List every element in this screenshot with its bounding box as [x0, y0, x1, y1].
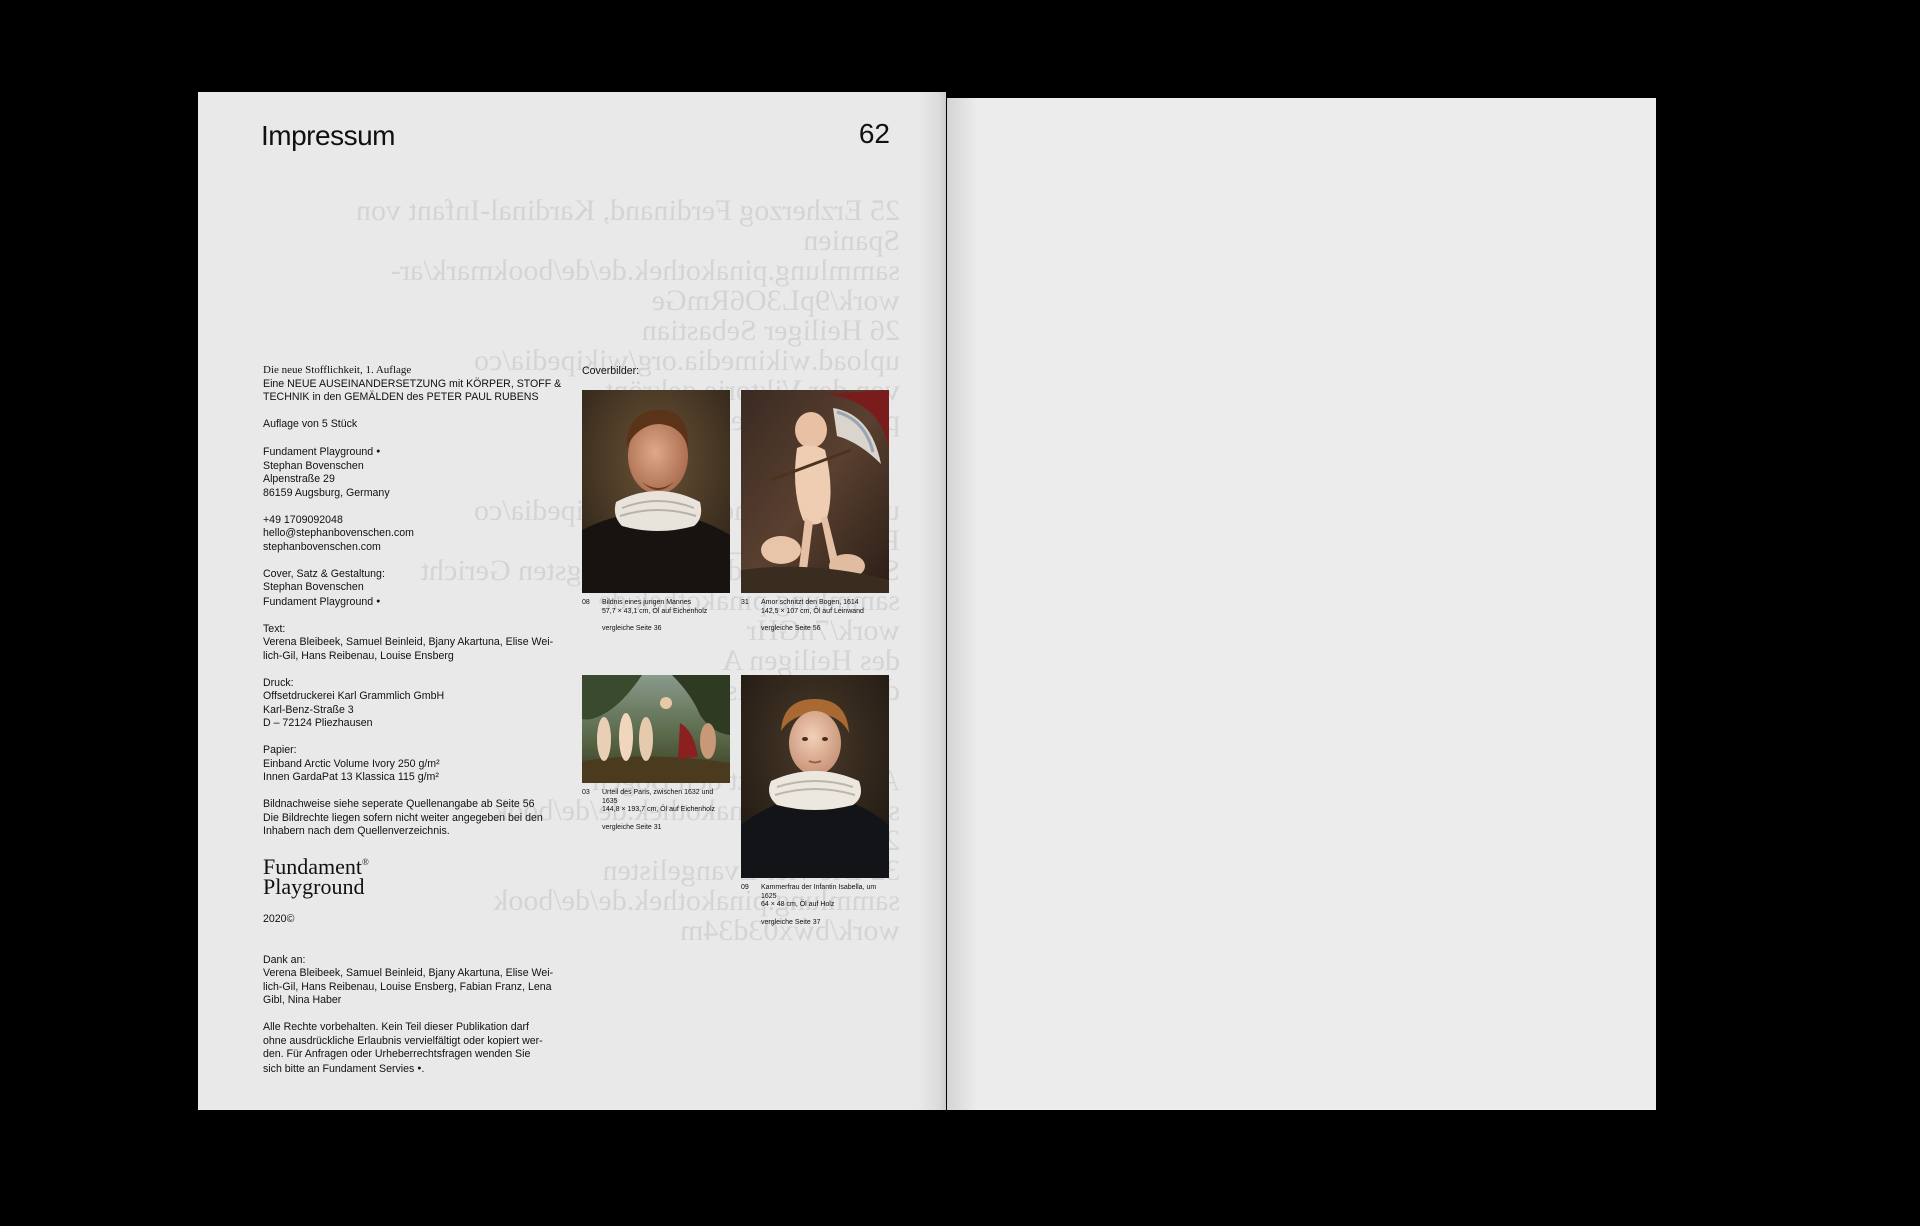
print-line: Offsetdruckerei Karl Grammlich GmbH — [263, 690, 445, 702]
subtitle-line: Eine NEUE AUSEINANDERSETZUNG mit KÖRPER,… — [263, 377, 562, 390]
text-credits-block: Text: Verena Bleibeek, Samuel Beinleid, … — [263, 623, 563, 664]
ghost-line: sammlung.pinakothek.de/de/bookmark/ar- — [390, 254, 900, 287]
paper-line: Einband Arctic Volume Ivory 250 g/m² — [263, 757, 440, 770]
gutter-shadow — [918, 92, 946, 1110]
text-line: lich-Gil, Hans Reibenau, Louise Ensberg — [263, 649, 454, 662]
rights-line: Alle Rechte vorbehalten. Kein Teil diese… — [263, 1021, 529, 1033]
caption-text: Bildnis eines jungen Mannes 57,7 × 43,1 c… — [602, 599, 708, 615]
logo-line: Playground — [263, 874, 365, 899]
ghost-line: work/9pL3O6RmGe — [651, 284, 900, 317]
rights-line: den. Für Anfragen oder Urheberrechtsfrag… — [263, 1048, 531, 1060]
thanks-line: Dank an: — [263, 953, 306, 966]
page-title: Impressum — [261, 120, 395, 151]
design-block: Cover, Satz & Gestaltung: Stephan Bovens… — [263, 568, 563, 610]
circle-mark-icon: ● — [417, 1064, 422, 1072]
caption-03: 03 Urteil des Paris, zwischen 1632 und 1… — [582, 789, 730, 833]
text-line: Text: — [263, 622, 286, 635]
subtitle-line: TECHNIK in den GEMÄLDEN des PETER PAUL R… — [263, 391, 539, 403]
rights-block: Alle Rechte vorbehalten. Kein Teil diese… — [263, 1021, 563, 1076]
print-line: D – 72124 Pliezhausen — [263, 717, 373, 729]
publisher-block: Fundament Playground ● Stephan Bovensche… — [263, 445, 563, 500]
publisher-line: Alpenstraße 29 — [263, 473, 335, 485]
design-line: Stephan Bovenschen — [263, 581, 364, 593]
book-spread: 25 Erzherzog Ferdinand, Kardinal-Infant … — [198, 92, 1660, 1110]
design-line: Cover, Satz & Gestaltung: — [263, 567, 385, 580]
thanks-line: Gibl, Nina Haber — [263, 994, 342, 1006]
caption-reference: vergleiche Seite 36 — [602, 625, 662, 632]
caption-reference: vergleiche Seite 56 — [761, 625, 821, 632]
design-line: Fundament Playground ● — [263, 595, 381, 608]
ghost-line: 26 Heiliger Sebastian — [641, 314, 900, 347]
print-run-text: Auflage von 5 Stück — [263, 418, 358, 430]
painting-amor — [741, 390, 889, 593]
credits-line: Bildnachweise siehe seperate Quellenanga… — [263, 798, 535, 810]
left-page: 25 Erzherzog Ferdinand, Kardinal-Infant … — [198, 92, 946, 1110]
print-line: Druck: — [263, 676, 294, 689]
circle-mark-icon: ● — [376, 597, 381, 605]
circle-mark-icon: ● — [376, 448, 381, 455]
thanks-line: Verena Bleibeek, Samuel Beinleid, Bjany … — [263, 967, 554, 979]
text-line: Verena Bleibeek, Samuel Beinleid, Bjany … — [263, 636, 554, 648]
ghost-line: Spanien — [803, 224, 900, 257]
edition-title: Die neue Stofflichkeit, 1. Auflage — [263, 364, 412, 376]
caption-number: 03 — [582, 789, 590, 796]
caption-08: 08 Bildnis eines jungen Mannes 57,7 × 43,… — [582, 599, 730, 635]
painting-lady-in-waiting — [741, 675, 889, 878]
caption-number: 31 — [741, 599, 749, 606]
rights-line: ohne ausdrückliche Erlaubnis vervielfält… — [263, 1034, 543, 1047]
fundament-logo: Fundament® Playground — [263, 852, 563, 899]
paper-line: Papier: — [263, 744, 297, 756]
right-page-blank — [947, 98, 1656, 1110]
website-link[interactable]: stephanbovenschen.com — [263, 541, 563, 555]
colophon-column: Die neue Stofflichkeit, 1. Auflage Eine … — [263, 364, 563, 1090]
caption-text: Kammerfrau der Infantin Isabella, um 162… — [761, 884, 877, 908]
caption-reference: vergleiche Seite 31 — [602, 824, 662, 831]
caption-text: Urteil des Paris, zwischen 1632 und 1635… — [602, 789, 716, 813]
caption-number: 08 — [582, 599, 590, 606]
caption-31: 31 Amor schnitzt den Bogen, 1614 142,5 × … — [741, 599, 889, 635]
rights-line: sich bitte an Fundament Servies ●. — [263, 1062, 425, 1075]
print-run: Auflage von 5 Stück — [263, 418, 563, 432]
email-link[interactable]: hello@stephanbovenschen.com — [263, 527, 563, 541]
right-page-gutter-shadow — [947, 98, 977, 1110]
caption-number: 09 — [741, 884, 749, 891]
painting-young-man — [582, 390, 730, 593]
credits-block: Bildnachweise siehe seperate Quellenanga… — [263, 798, 563, 839]
phone: +49 1709092048 — [263, 513, 343, 526]
caption-09: 09 Kammerfrau der Infantin Isabella, um … — [741, 884, 889, 928]
paper-block: Papier: Einband Arctic Volume Ivory 250 … — [263, 744, 563, 785]
caption-text: Amor schnitzt den Bogen, 1614 142,5 × 107… — [761, 599, 864, 615]
publisher-line: Fundament Playground ● — [263, 446, 381, 458]
thanks-line: lich-Gil, Hans Reibenau, Louise Ensberg,… — [263, 980, 552, 993]
cover-label: Coverbilder: — [582, 365, 640, 377]
ghost-line: 25 Erzherzog Ferdinand, Kardinal-Infant … — [356, 194, 900, 227]
paper-line: Innen GardaPat 13 Klassica 115 g/m² — [263, 771, 439, 783]
contact-block: +49 1709092048 hello@stephanbovenschen.c… — [263, 514, 563, 555]
credits-line: Inhabern nach dem Quellenverzeichnis. — [263, 825, 450, 837]
caption-reference: vergleiche Seite 37 — [761, 919, 821, 926]
year-text: 2020© — [263, 913, 295, 925]
print-line: Karl-Benz-Straße 3 — [263, 703, 354, 716]
page-number: 62 — [858, 118, 890, 149]
print-block: Druck: Offsetdruckerei Karl Grammlich Gm… — [263, 677, 563, 731]
edition-block: Die neue Stofflichkeit, 1. Auflage Eine … — [263, 364, 563, 405]
credits-line: Die Bildrechte liegen sofern nicht weite… — [263, 811, 543, 824]
registered-mark-icon: ® — [362, 857, 369, 867]
year: 2020© — [263, 913, 563, 927]
thanks-block: Dank an: Verena Bleibeek, Samuel Beinlei… — [263, 954, 563, 1008]
publisher-line: 86159 Augsburg, Germany — [263, 486, 390, 499]
publisher-line: Stephan Bovenschen — [263, 459, 364, 472]
painting-judgement-of-paris — [582, 675, 730, 783]
